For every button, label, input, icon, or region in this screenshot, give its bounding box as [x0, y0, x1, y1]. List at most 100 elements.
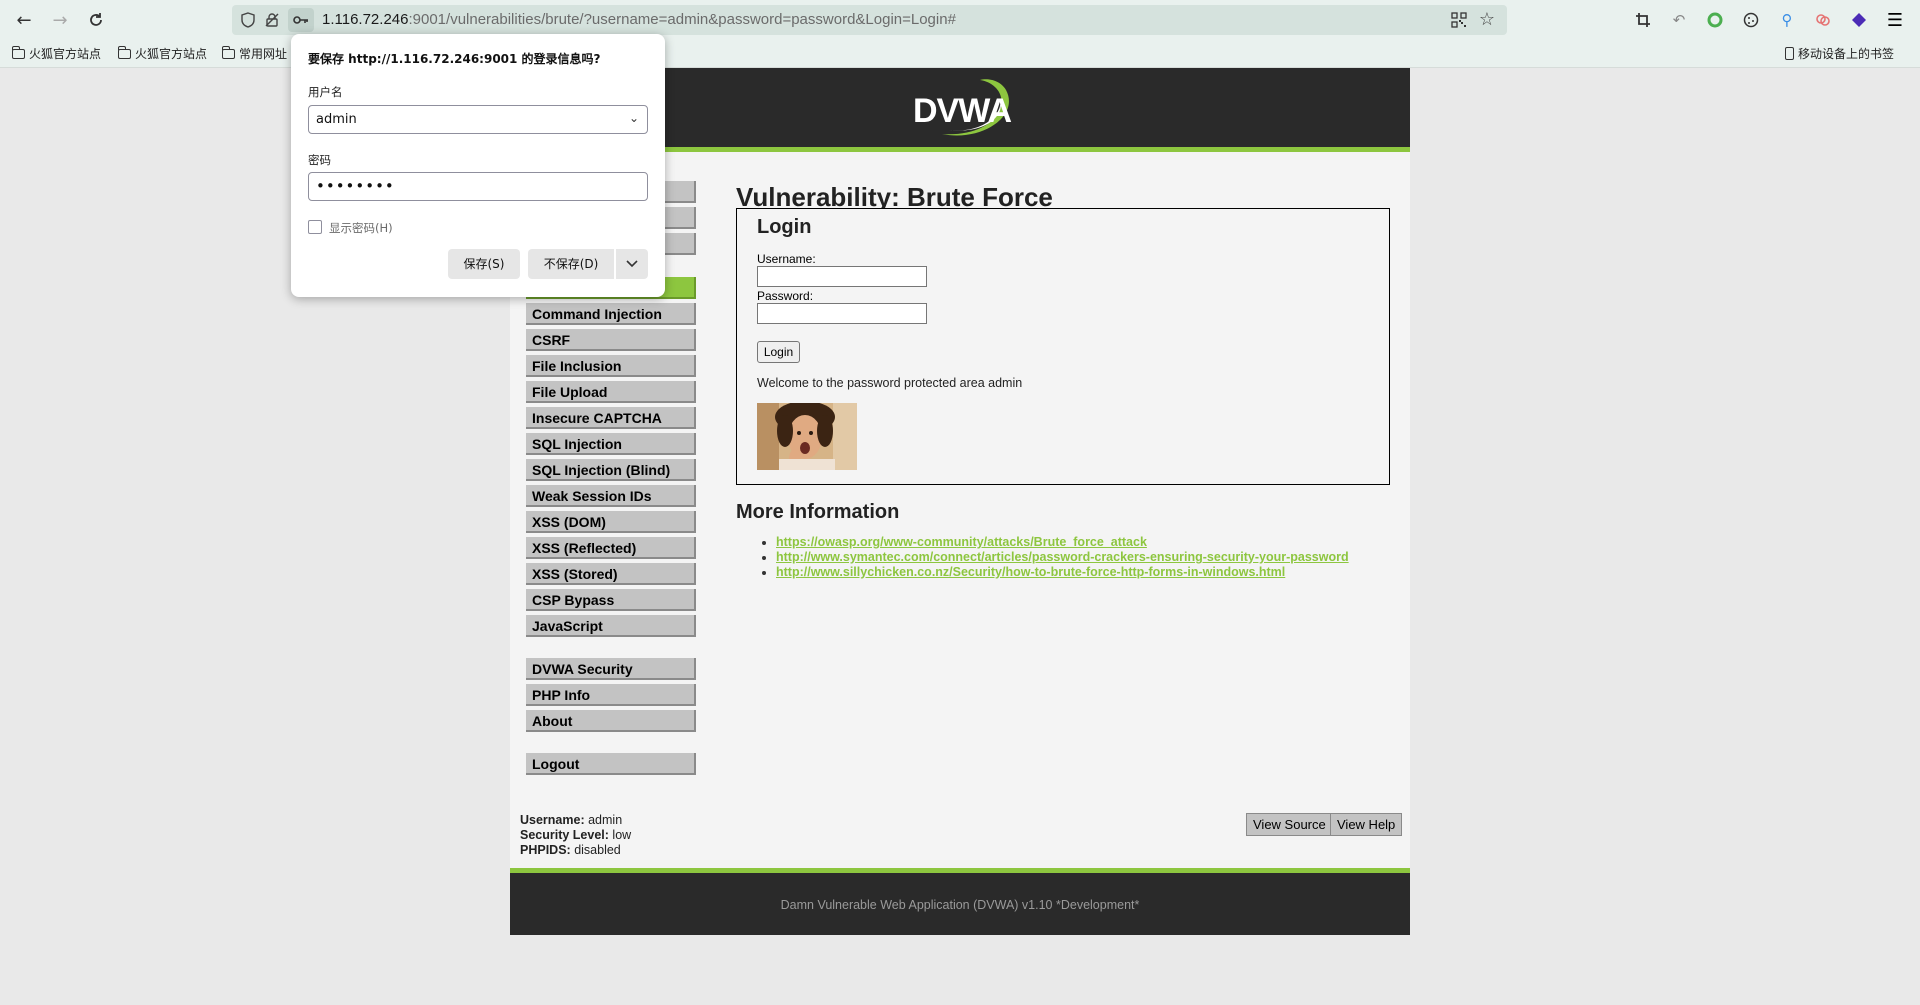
- show-password-checkbox[interactable]: [308, 220, 322, 234]
- bookmark-item[interactable]: 火狐官方站点: [12, 45, 101, 62]
- welcome-message: Welcome to the password protected area a…: [757, 376, 1023, 390]
- menu-item-dvwa-security[interactable]: DVWA Security: [526, 658, 696, 680]
- security-level-label: Security Level:: [520, 828, 609, 842]
- user-info: Username: admin Security Level: low PHPI…: [520, 813, 631, 858]
- dvwa-footer: Damn Vulnerable Web Application (DVWA) v…: [510, 868, 1410, 935]
- list-item: https://owasp.org/www-community/attacks/…: [776, 535, 1349, 550]
- menu-item-xss-stored[interactable]: XSS (Stored): [526, 563, 696, 585]
- menu-item-xss-reflected[interactable]: XSS (Reflected): [526, 537, 696, 559]
- menu-item-sql-injection-blind[interactable]: SQL Injection (Blind): [526, 459, 696, 481]
- url-text[interactable]: 1.116.72.246:9001/vulnerabilities/brute/…: [322, 11, 956, 28]
- owasp-link[interactable]: https://owasp.org/www-community/attacks/…: [776, 535, 1147, 549]
- bookmark-label: 火狐官方站点: [135, 47, 208, 61]
- location-pin-icon[interactable]: ⚲: [1776, 9, 1798, 31]
- dont-save-button[interactable]: 不保存(D): [528, 249, 614, 279]
- password-input[interactable]: [757, 303, 927, 324]
- save-login-popup: 要保存 http://1.116.72.246:9001 的登录信息吗? 用户名…: [291, 34, 665, 297]
- url-bar[interactable]: 1.116.72.246:9001/vulnerabilities/brute/…: [232, 5, 1507, 35]
- bookmark-item[interactable]: 常用网址: [222, 45, 287, 62]
- folder-icon: [118, 45, 131, 59]
- user-info-security: Security Level: low: [520, 828, 631, 843]
- dvwa-logo: DVWA: [902, 76, 1022, 142]
- menu-item-sql-injection[interactable]: SQL Injection: [526, 433, 696, 455]
- forward-icon[interactable]: →: [46, 6, 74, 34]
- popup-username-value: admin: [316, 112, 357, 127]
- menu-item-insecure-captcha[interactable]: Insecure CAPTCHA: [526, 407, 696, 429]
- menu-item-csp-bypass[interactable]: CSP Bypass: [526, 589, 696, 611]
- pink-extension-icon[interactable]: [1812, 9, 1834, 31]
- folder-icon: [12, 45, 25, 59]
- phone-icon: [1784, 47, 1794, 60]
- popup-password-value: ••••••••: [316, 177, 395, 195]
- menu-item-javascript[interactable]: JavaScript: [526, 615, 696, 637]
- cookie-icon[interactable]: [1740, 9, 1762, 31]
- view-source-button[interactable]: View Source: [1246, 813, 1333, 836]
- browser-toolbar: ← → 1.116.72.246:9001/vulnerabilities/br…: [0, 0, 1920, 40]
- password-label: Password:: [757, 289, 814, 303]
- menu-icon[interactable]: ☰: [1884, 9, 1906, 31]
- username-info-label: Username:: [520, 813, 585, 827]
- user-info-phpids: PHPIDS: disabled: [520, 843, 631, 858]
- undo-icon[interactable]: ↶: [1668, 9, 1690, 31]
- key-icon[interactable]: [288, 8, 314, 32]
- symantec-link[interactable]: http://www.symantec.com/connect/articles…: [776, 550, 1349, 564]
- menu-item-csrf[interactable]: CSRF: [526, 329, 696, 351]
- chevron-down-icon: ⌄: [628, 111, 639, 125]
- menu-item-php-info[interactable]: PHP Info: [526, 684, 696, 706]
- green-extension-icon[interactable]: [1704, 9, 1726, 31]
- bookmark-label: 常用网址: [239, 47, 288, 61]
- menu-item-file-inclusion[interactable]: File Inclusion: [526, 355, 696, 377]
- url-path: :9001/vulnerabilities/brute/?username=ad…: [408, 11, 956, 28]
- user-info-username: Username: admin: [520, 813, 631, 828]
- more-info-list: https://owasp.org/www-community/attacks/…: [776, 535, 1349, 580]
- qr-code-icon[interactable]: [1451, 12, 1467, 28]
- login-form-box: Login Username: Password: Login Welcome …: [736, 208, 1390, 485]
- back-icon[interactable]: ←: [10, 6, 38, 34]
- username-label: Username:: [757, 252, 816, 266]
- login-button[interactable]: Login: [757, 341, 800, 363]
- shield-icon[interactable]: [240, 12, 256, 28]
- list-item: http://www.symantec.com/connect/articles…: [776, 550, 1349, 565]
- menu-item-logout[interactable]: Logout: [526, 753, 696, 775]
- popup-password-field[interactable]: ••••••••: [308, 172, 648, 201]
- phpids-value: disabled: [574, 843, 621, 857]
- view-help-button[interactable]: View Help: [1330, 813, 1403, 836]
- reload-icon-svg: [90, 13, 102, 26]
- footer-text: Damn Vulnerable Web Application (DVWA) v…: [780, 898, 1140, 912]
- bookmark-item[interactable]: 火狐官方站点: [118, 45, 207, 62]
- dvwa-logo-text: DVWA: [913, 92, 1012, 130]
- menu-item-command-injection[interactable]: Command Injection: [526, 303, 696, 325]
- reload-icon[interactable]: [82, 6, 110, 34]
- show-password-label[interactable]: 显示密码(H): [329, 220, 393, 236]
- save-button[interactable]: 保存(S): [448, 249, 520, 279]
- crop-screenshot-icon[interactable]: [1632, 9, 1654, 31]
- menu-item-xss-dom[interactable]: XSS (DOM): [526, 511, 696, 533]
- sillychicken-link[interactable]: http://www.sillychicken.co.nz/Security/h…: [776, 565, 1285, 579]
- mobile-bookmarks[interactable]: 移动设备上的书签: [1784, 45, 1894, 62]
- popup-password-label: 密码: [308, 153, 331, 167]
- bookmark-star-icon[interactable]: ☆: [1479, 9, 1495, 30]
- list-item: http://www.sillychicken.co.nz/Security/h…: [776, 565, 1349, 580]
- bookmark-label: 火狐官方站点: [29, 47, 102, 61]
- bookmarks-bar: 火狐官方站点 火狐官方站点 常用网址 移动设备上的书签: [0, 40, 1920, 68]
- username-info-value: admin: [588, 813, 623, 827]
- security-level-value: low: [612, 828, 632, 842]
- menu-item-file-upload[interactable]: File Upload: [526, 381, 696, 403]
- phpids-label: PHPIDS:: [520, 843, 571, 857]
- more-info-title: More Information: [736, 501, 900, 523]
- permissions-icon[interactable]: [264, 12, 280, 28]
- mobile-bookmarks-label: 移动设备上的书签: [1797, 47, 1894, 61]
- login-heading: Login: [757, 216, 812, 238]
- username-input[interactable]: [757, 266, 927, 287]
- popup-username-label: 用户名: [308, 85, 343, 99]
- popup-username-select[interactable]: admin ⌄: [308, 105, 648, 134]
- folder-icon: [222, 45, 235, 59]
- menu-item-about[interactable]: About: [526, 710, 696, 732]
- more-options-dropdown[interactable]: [616, 249, 648, 279]
- menu-item-weak-session-ids[interactable]: Weak Session IDs: [526, 485, 696, 507]
- chevron-down-icon: [626, 260, 638, 268]
- popup-title: 要保存 http://1.116.72.246:9001 的登录信息吗?: [308, 52, 601, 66]
- purple-diamond-icon[interactable]: [1848, 9, 1870, 31]
- admin-photo: [757, 403, 857, 470]
- url-host: 1.116.72.246: [322, 11, 409, 28]
